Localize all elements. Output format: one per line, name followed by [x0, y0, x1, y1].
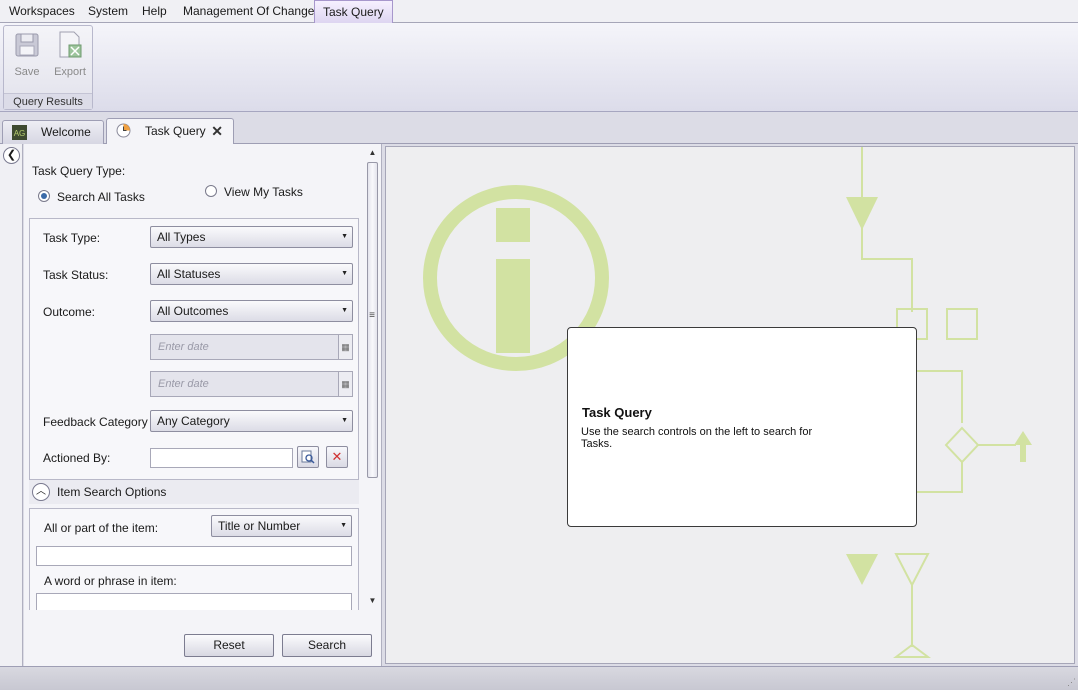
calendar-icon[interactable]: ▦	[338, 335, 352, 359]
feedback-category-value: Any Category	[157, 414, 230, 428]
date-from-placeholder: Enter date	[158, 341, 209, 353]
export-icon	[59, 31, 82, 58]
task-status-label: Task Status:	[43, 268, 109, 282]
task-type-select[interactable]: All Types ▼	[150, 226, 353, 248]
ribbon-group-query-results: Save Export Query Results	[3, 25, 93, 110]
date-from-field[interactable]: Enter date ▦	[150, 334, 353, 360]
calendar-icon[interactable]: ▦	[338, 372, 352, 396]
collapse-panel-button[interactable]: ❮	[3, 147, 20, 164]
item-phrase-label: A word or phrase in item:	[44, 574, 177, 588]
search-all-radio[interactable]	[38, 190, 50, 202]
info-card: Task Query Use the search controls on th…	[567, 327, 917, 527]
feedback-category-label: Feedback Category	[43, 415, 148, 429]
item-search-options-header[interactable]: ︿ Item Search Options	[29, 480, 359, 504]
task-filter-box: Task Type: All Types ▼ Task Status: All …	[29, 218, 359, 480]
close-icon[interactable]: ✕	[211, 119, 223, 144]
chevron-down-icon: ▼	[341, 307, 348, 314]
reset-button[interactable]: Reset	[184, 634, 274, 657]
task-status-select[interactable]: All Statuses ▼	[150, 263, 353, 285]
actioned-by-input[interactable]	[150, 448, 293, 468]
task-status-value: All Statuses	[157, 267, 221, 281]
item-part-select[interactable]: Title or Number ▼	[211, 515, 352, 537]
chevron-down-icon: ▼	[341, 270, 348, 277]
outcome-select[interactable]: All Outcomes ▼	[150, 300, 353, 322]
export-button[interactable]: Export	[50, 30, 90, 80]
app-logo-icon: AG	[12, 125, 27, 140]
task-type-value: All Types	[157, 230, 206, 244]
save-label: Save	[14, 66, 40, 78]
task-type-label: Task Type:	[43, 231, 101, 245]
chevron-left-icon: ❮	[6, 149, 17, 161]
menu-help[interactable]: Help	[134, 0, 175, 23]
chevron-down-icon: ▼	[341, 233, 348, 240]
tab-task-query[interactable]: Task Query ✕	[106, 118, 234, 145]
save-icon	[15, 33, 39, 57]
chevron-down-icon: ▼	[340, 522, 347, 529]
save-button[interactable]: Save	[7, 30, 47, 80]
menu-bar: Workspaces System Help Management Of Cha…	[0, 0, 1078, 24]
view-my-tasks-label[interactable]: View My Tasks	[224, 185, 303, 199]
search-all-label[interactable]: Search All Tasks	[57, 190, 145, 204]
side-collapse-strip: ❮	[0, 144, 23, 666]
search-panel-scrollbar[interactable]: ▲ ≡ ▼	[365, 144, 380, 610]
ribbon: Save Export Query Results	[0, 23, 1078, 112]
date-to-field[interactable]: Enter date ▦	[150, 371, 353, 397]
item-phrase-input[interactable]	[36, 593, 352, 610]
resize-grip-icon[interactable]: ⋰	[1067, 677, 1076, 688]
ribbon-group-label: Query Results	[4, 93, 92, 109]
tab-welcome[interactable]: AG Welcome	[2, 120, 104, 145]
menu-task-query[interactable]: Task Query	[314, 0, 393, 24]
search-panel: Task Query Type: Search All Tasks View M…	[24, 144, 382, 666]
date-to-placeholder: Enter date	[158, 378, 209, 390]
chevron-up-icon[interactable]: ︿	[32, 483, 50, 501]
results-panel: Task Query Use the search controls on th…	[385, 146, 1075, 664]
grip-icon: ≡	[369, 310, 375, 321]
document-tab-strip: AG Welcome Task Query ✕	[0, 112, 1078, 145]
search-icon	[301, 450, 315, 464]
clock-icon	[116, 123, 131, 138]
outcome-label: Outcome:	[43, 305, 96, 319]
item-part-input[interactable]	[36, 546, 352, 566]
item-part-label: All or part of the item:	[44, 521, 159, 535]
lookup-user-button[interactable]	[297, 446, 319, 468]
export-label: Export	[54, 66, 86, 78]
item-search-box: All or part of the item: Title or Number…	[29, 508, 359, 610]
menu-workspaces[interactable]: Workspaces	[1, 0, 83, 23]
info-message: Use the search controls on the left to s…	[581, 426, 813, 450]
tab-welcome-label: Welcome	[41, 125, 91, 139]
status-bar: ⋰	[0, 666, 1078, 690]
actioned-by-label: Actioned By:	[43, 451, 111, 465]
query-type-label: Task Query Type:	[32, 164, 126, 178]
search-panel-scroll-area[interactable]: Task Query Type: Search All Tasks View M…	[24, 144, 364, 610]
menu-system[interactable]: System	[80, 0, 136, 23]
item-search-options-label: Item Search Options	[57, 485, 167, 499]
chevron-down-icon: ▼	[341, 417, 348, 424]
item-part-value: Title or Number	[218, 519, 301, 533]
search-button[interactable]: Search	[282, 634, 372, 657]
scroll-down-icon[interactable]: ▼	[365, 594, 380, 608]
clear-icon: ✕	[331, 449, 343, 464]
menu-management-of-change[interactable]: Management Of Change	[175, 0, 322, 23]
clear-user-button[interactable]: ✕	[326, 446, 348, 468]
feedback-category-select[interactable]: Any Category ▼	[150, 410, 353, 432]
outcome-value: All Outcomes	[157, 304, 229, 318]
tab-task-query-label: Task Query	[145, 124, 206, 138]
app-logo-text: AG	[14, 129, 26, 138]
view-my-tasks-radio[interactable]	[205, 185, 217, 197]
info-title: Task Query	[582, 405, 652, 420]
scroll-up-icon[interactable]: ▲	[365, 146, 380, 160]
